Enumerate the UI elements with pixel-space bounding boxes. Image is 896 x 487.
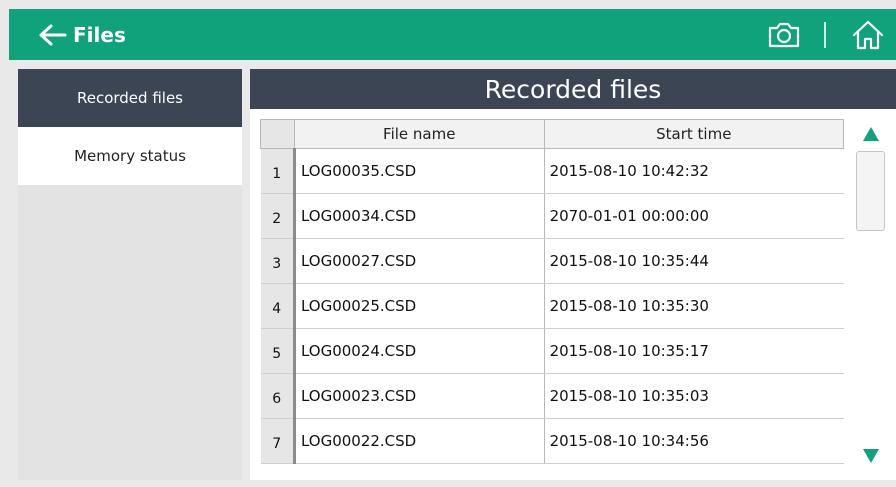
- row-number: 7: [260, 418, 296, 464]
- table-row[interactable]: 5 LOG00024.CSD 2015-08-10 10:35:17: [260, 328, 844, 374]
- top-bar: Files: [9, 9, 896, 60]
- scroll-up-icon: [862, 127, 879, 141]
- start-time-cell: 2015-08-10 10:35:30: [544, 283, 844, 329]
- row-number: 5: [260, 328, 296, 374]
- section-title: Recorded files: [250, 69, 896, 109]
- scroll-down-button[interactable]: [855, 441, 886, 471]
- table-corner-cell: [260, 119, 295, 149]
- table-row[interactable]: 4 LOG00025.CSD 2015-08-10 10:35:30: [260, 283, 844, 329]
- row-number: 3: [260, 238, 296, 284]
- scroll-down-icon: [862, 449, 879, 463]
- home-button[interactable]: [848, 15, 888, 55]
- start-time-cell: 2015-08-10 10:35:44: [544, 238, 844, 284]
- back-arrow-icon: [39, 24, 67, 45]
- start-time-cell: 2015-08-10 10:34:56: [544, 418, 844, 464]
- files-table: File name Start time 1 LOG00035.CSD 2015…: [260, 119, 844, 464]
- file-name-cell: LOG00034.CSD: [294, 193, 545, 239]
- files-table-container[interactable]: File name Start time 1 LOG00035.CSD 2015…: [260, 119, 844, 471]
- screenshot-button[interactable]: [764, 15, 804, 55]
- file-name-cell: LOG00027.CSD: [294, 238, 545, 284]
- start-time-cell: 2015-08-10 10:35:17: [544, 328, 844, 374]
- row-number: 1: [260, 148, 296, 194]
- column-header-file-name[interactable]: File name: [293, 119, 545, 149]
- table-row[interactable]: 3 LOG00027.CSD 2015-08-10 10:35:44: [260, 238, 844, 284]
- sidebar-item-label: Memory status: [74, 147, 186, 165]
- start-time-cell: 2015-08-10 10:42:32: [544, 148, 844, 194]
- camera-icon: [768, 22, 800, 47]
- sidebar-item-label: Recorded files: [76, 89, 183, 107]
- file-name-cell: LOG00024.CSD: [294, 328, 545, 374]
- main-panel: Recorded files File name Start time 1 LO…: [250, 69, 896, 480]
- sidebar: Recorded files Memory status: [18, 69, 242, 480]
- file-name-cell: LOG00025.CSD: [294, 283, 545, 329]
- table-row[interactable]: 7 LOG00022.CSD 2015-08-10 10:34:56: [260, 418, 844, 464]
- table-row[interactable]: 6 LOG00023.CSD 2015-08-10 10:35:03: [260, 373, 844, 419]
- file-name-cell: LOG00022.CSD: [294, 418, 545, 464]
- scroll-thumb[interactable]: [856, 151, 885, 231]
- page-title: Files: [73, 22, 126, 47]
- row-number: 6: [260, 373, 296, 419]
- sidebar-item-recorded-files[interactable]: Recorded files: [18, 69, 242, 127]
- file-name-cell: LOG00023.CSD: [294, 373, 545, 419]
- file-name-cell: LOG00035.CSD: [294, 148, 545, 194]
- table-row[interactable]: 2 LOG00034.CSD 2070-01-01 00:00:00: [260, 193, 844, 239]
- row-number: 4: [260, 283, 296, 329]
- table-header-row: File name Start time: [260, 119, 844, 149]
- table-row[interactable]: 1 LOG00035.CSD 2015-08-10 10:42:32: [260, 148, 844, 194]
- scroll-up-button[interactable]: [855, 119, 886, 149]
- back-button[interactable]: Files: [9, 9, 126, 60]
- home-icon: [852, 20, 884, 49]
- column-header-start-time[interactable]: Start time: [543, 119, 844, 149]
- start-time-cell: 2070-01-01 00:00:00: [544, 193, 844, 239]
- table-scrollbar[interactable]: [855, 119, 886, 471]
- start-time-cell: 2015-08-10 10:35:03: [544, 373, 844, 419]
- topbar-divider: [824, 21, 826, 48]
- row-number: 2: [260, 193, 296, 239]
- sidebar-item-memory-status[interactable]: Memory status: [18, 127, 242, 185]
